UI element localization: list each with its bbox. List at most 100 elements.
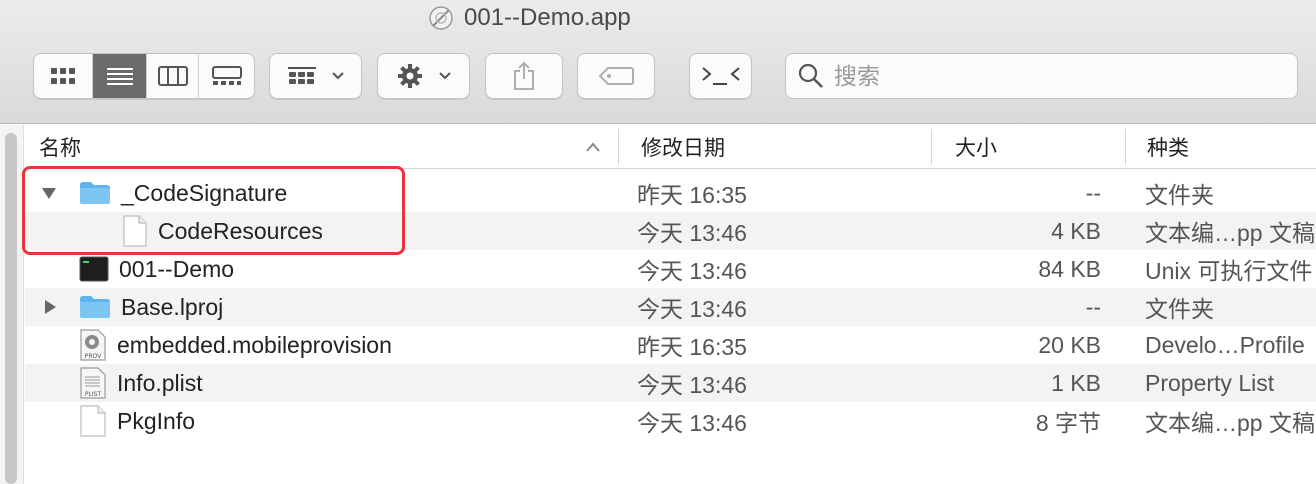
terminal-exec-icon — [79, 256, 109, 282]
provision-icon-label: PROV — [85, 353, 102, 360]
share-button[interactable] — [486, 54, 562, 98]
file-name-cell: Base.lproj — [79, 288, 619, 326]
document-icon — [80, 405, 106, 437]
window-title-text: 001--Demo.app — [464, 4, 631, 31]
file-name: Base.lproj — [121, 293, 224, 320]
file-name: _CodeSignature — [121, 179, 288, 206]
column-date-label: 修改日期 — [641, 137, 725, 160]
column-header-size[interactable]: 大小 — [955, 125, 1125, 169]
table-row[interactable]: Base.lproj 今天 13:46 -- 文件夹 — [25, 288, 1316, 326]
terminal-control — [689, 53, 752, 99]
group-by-control — [269, 53, 362, 99]
scrollbar-thumb[interactable] — [5, 133, 17, 484]
file-kind: 文件夹 — [1145, 296, 1214, 322]
file-name-cell: PkgInfo — [79, 402, 619, 440]
search-input[interactable] — [834, 62, 1274, 90]
file-kind: Property List — [1145, 369, 1275, 396]
file-kind: Unix 可执行文件 — [1145, 258, 1313, 284]
file-name: Info.plist — [117, 369, 203, 396]
column-view-icon — [157, 66, 188, 86]
view-mode-control — [33, 53, 255, 99]
file-name: PkgInfo — [117, 407, 195, 434]
table-row[interactable]: CodeResources 今天 13:46 4 KB 文本编…pp 文稿 — [25, 212, 1316, 250]
file-size: 1 KB — [1051, 369, 1101, 396]
table-row[interactable]: PLIST Info.plist 今天 13:46 1 KB Property … — [25, 364, 1316, 402]
edit-tags-button[interactable] — [578, 54, 654, 98]
folder-icon — [80, 296, 110, 318]
column-header-date[interactable]: 修改日期 — [641, 125, 921, 169]
file-size: 4 KB — [1051, 217, 1101, 244]
file-name-cell: 001--Demo — [79, 250, 619, 288]
file-size: 8 字节 — [1035, 410, 1101, 436]
column-divider[interactable] — [931, 129, 932, 165]
title-bar: 001--Demo.app — [0, 0, 1316, 124]
file-name: 001--Demo — [119, 255, 235, 282]
file-name-cell: PLIST Info.plist — [79, 364, 619, 402]
terminal-icon — [701, 67, 740, 85]
column-size-label: 大小 — [955, 137, 997, 160]
tags-control — [577, 53, 655, 99]
file-kind: 文本编…pp 文稿 — [1145, 410, 1315, 436]
provision-icon: PROV — [80, 329, 106, 361]
column-divider[interactable] — [618, 129, 619, 165]
file-size: 84 KB — [1038, 255, 1101, 282]
action-control — [377, 53, 470, 99]
file-date: 今天 13:46 — [637, 296, 747, 322]
column-name-label: 名称 — [39, 137, 81, 160]
list-view-button[interactable] — [93, 54, 147, 98]
plist-icon: PLIST — [80, 367, 106, 399]
file-kind: 文本编…pp 文稿 — [1145, 220, 1315, 246]
share-icon — [514, 61, 534, 90]
column-kind-label: 种类 — [1147, 137, 1189, 160]
action-menu-button[interactable] — [378, 54, 469, 98]
gallery-view-icon — [211, 66, 242, 85]
file-kind: 文件夹 — [1145, 182, 1214, 208]
open-terminal-button[interactable] — [690, 54, 751, 98]
file-date: 昨天 16:35 — [637, 182, 747, 208]
file-name-cell: CodeResources — [122, 212, 619, 250]
file-date: 今天 13:46 — [637, 258, 747, 284]
file-name-cell: _CodeSignature — [79, 174, 619, 212]
table-row[interactable]: PROV embedded.mobileprovision 昨天 16:35 2… — [25, 326, 1316, 364]
disclosure-expanded-icon[interactable] — [41, 174, 57, 212]
file-size: 20 KB — [1038, 331, 1101, 358]
chevron-down-icon — [331, 72, 344, 80]
disclosure-collapsed-icon[interactable] — [43, 288, 57, 326]
search-field[interactable] — [785, 53, 1298, 99]
tag-icon — [598, 67, 634, 85]
file-date: 今天 13:46 — [637, 220, 747, 246]
file-date: 昨天 16:35 — [637, 334, 747, 360]
group-grid-icon — [287, 67, 316, 84]
folder-icon — [80, 182, 110, 204]
column-header-kind[interactable]: 种类 — [1147, 125, 1307, 169]
list-view-icon — [106, 68, 133, 85]
plist-icon-label: PLIST — [85, 391, 102, 398]
file-list: _CodeSignature 昨天 16:35 -- 文件夹 CodeResou… — [25, 174, 1316, 440]
window-title: 001--Demo.app — [428, 2, 631, 34]
icon-view-button[interactable] — [34, 54, 93, 98]
app-icon — [429, 6, 453, 30]
column-view-button[interactable] — [147, 54, 199, 98]
table-row[interactable]: 001--Demo 今天 13:46 84 KB Unix 可执行文件 — [25, 250, 1316, 288]
file-size: -- — [1085, 179, 1101, 206]
file-kind: Develo…Profile — [1145, 331, 1305, 358]
gallery-view-button[interactable] — [199, 54, 254, 98]
column-header: 名称 修改日期 大小 种类 — [25, 125, 1316, 169]
sort-ascending-icon[interactable] — [585, 141, 601, 153]
file-size: -- — [1085, 293, 1101, 320]
gear-icon — [397, 64, 422, 88]
column-header-name[interactable]: 名称 — [39, 125, 609, 169]
file-name-cell: PROV embedded.mobileprovision — [79, 326, 619, 364]
column-divider[interactable] — [1125, 129, 1126, 165]
group-by-button[interactable] — [270, 54, 361, 98]
table-row[interactable]: PkgInfo 今天 13:46 8 字节 文本编…pp 文稿 — [25, 402, 1316, 440]
search-icon — [798, 63, 823, 88]
table-row[interactable]: _CodeSignature 昨天 16:35 -- 文件夹 — [25, 174, 1316, 212]
file-date: 今天 13:46 — [637, 372, 747, 398]
share-control — [485, 53, 563, 99]
vertical-scrollbar[interactable] — [0, 125, 24, 484]
file-name: CodeResources — [158, 217, 323, 244]
document-icon — [123, 215, 147, 247]
chevron-down-icon — [438, 72, 451, 80]
file-name: embedded.mobileprovision — [117, 331, 392, 358]
